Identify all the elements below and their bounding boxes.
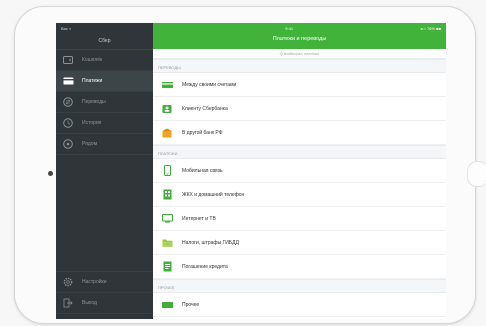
- list-item-label: Мобильная связь: [182, 167, 223, 174]
- sidebar-item-label: Кошелёк: [82, 57, 103, 63]
- home-button[interactable]: [467, 161, 486, 187]
- sidebar-item-nearby[interactable]: Рядом: [56, 134, 153, 155]
- sidebar-item-payments[interactable]: Платежи: [56, 71, 153, 92]
- sidebar-item-exit[interactable]: Выход: [56, 293, 153, 314]
- list-item[interactable]: Прочее: [153, 293, 446, 317]
- sidebar-item-label: История: [82, 120, 102, 126]
- sidebar-item-label: Платежи: [82, 78, 103, 84]
- list-item[interactable]: ЖКХ и домашний телефон: [153, 183, 446, 207]
- list-item[interactable]: В другой банк РФ: [153, 121, 446, 145]
- header-bar: 9:41 ◂ ⌂ 76% ■■ Платежи и переводы: [153, 23, 446, 49]
- cards-icon: [161, 79, 173, 91]
- section-header: Платежи: [153, 145, 446, 159]
- wallet-icon: [62, 54, 74, 66]
- status-bar: 9:41 ◂ ⌂ 76% ■■: [153, 23, 446, 33]
- sidebar-item-wallet[interactable]: Кошелёк: [56, 50, 153, 71]
- list-item-label: Между своими счетами: [182, 81, 237, 88]
- status-battery: ◂ ⌂ 76% ■■: [420, 25, 441, 31]
- list-item[interactable]: Между своими счетами: [153, 73, 446, 97]
- camera-icon: [48, 171, 53, 176]
- phone-icon: [161, 165, 173, 177]
- list-item-label: Прочее: [182, 301, 200, 308]
- list-item[interactable]: Интернет и ТВ: [153, 207, 446, 231]
- more-icon: [161, 299, 173, 311]
- list-item-label: Погашение кредита: [182, 263, 228, 270]
- list-item-label: Интернет и ТВ: [182, 215, 216, 222]
- list-item-label: В другой банк РФ: [182, 129, 223, 136]
- main-panel: 9:41 ◂ ⌂ 76% ■■ Платежи и переводы Q Шаб…: [153, 23, 446, 319]
- sidebar-item-label: Рядом: [82, 141, 98, 147]
- list-item[interactable]: Налоги, штрафы ГИБДД: [153, 231, 446, 255]
- location-icon: [62, 138, 74, 150]
- sidebar-bottom: Настройки Выход: [56, 271, 153, 314]
- carrier-label: Вас ≈: [61, 25, 72, 31]
- bank-icon: [161, 127, 173, 139]
- sidebar-item-settings[interactable]: Настройки: [56, 271, 153, 293]
- person-icon: [161, 103, 173, 115]
- sidebar-item-history[interactable]: История: [56, 113, 153, 134]
- sidebar: Вас ≈ Сбер Кошелёк Платежи Переводы Исто…: [56, 23, 153, 319]
- list-item-label: ЖКХ и домашний телефон: [182, 191, 245, 198]
- payments-icon: [62, 75, 74, 87]
- history-icon: [62, 117, 74, 129]
- folder-icon: [161, 237, 173, 249]
- sidebar-title: Сбер: [56, 33, 153, 50]
- app-screen: Вас ≈ Сбер Кошелёк Платежи Переводы Исто…: [56, 23, 446, 319]
- sidebar-item-label: Выход: [82, 300, 97, 306]
- list-item-label: Клиенту Сбербанка: [182, 105, 228, 112]
- gear-icon: [62, 276, 74, 288]
- exit-icon: [62, 297, 74, 309]
- sidebar-item-transfers[interactable]: Переводы: [56, 92, 153, 113]
- list-item-label: Налоги, штрафы ГИБДД: [182, 239, 239, 246]
- search-input[interactable]: Q Шаблоны, платежи: [153, 49, 446, 59]
- page-title: Платежи и переводы: [272, 36, 327, 42]
- sidebar-item-label: Переводы: [82, 99, 106, 105]
- status-time: 9:41: [285, 25, 294, 31]
- sidebar-item-label: Настройки: [82, 279, 107, 285]
- sidebar-status-bar: Вас ≈: [56, 23, 153, 33]
- document-icon: [161, 261, 173, 273]
- list-item[interactable]: Погашение кредита: [153, 255, 446, 279]
- house-icon: [161, 189, 173, 201]
- section-header: Прочее: [153, 279, 446, 293]
- tv-icon: [161, 213, 173, 225]
- list-item[interactable]: Мобильная связь: [153, 159, 446, 183]
- list-item[interactable]: Клиенту Сбербанка: [153, 97, 446, 121]
- section-header: Переводы: [153, 59, 446, 73]
- transfer-icon: [62, 96, 74, 108]
